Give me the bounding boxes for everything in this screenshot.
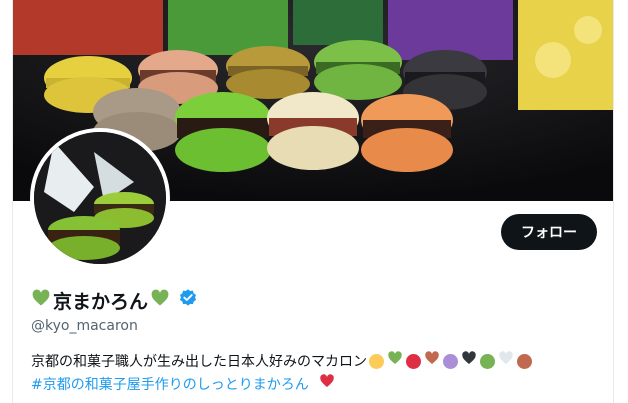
green-circle-icon	[480, 354, 495, 369]
profile-bio: 京都の和菓子職人が生み出した日本人好みのマカロン #京都の和菓子屋手作りのしっと…	[31, 350, 611, 396]
green-heart-icon	[387, 350, 403, 373]
bio-text: 京都の和菓子職人が生み出した日本人好みのマカロン	[31, 353, 367, 370]
red-heart-icon	[406, 354, 421, 369]
brown-circle-icon	[517, 354, 532, 369]
black-heart-icon	[461, 350, 477, 373]
profile-display-name: 京まかろん	[53, 291, 149, 313]
green-heart-icon	[31, 288, 51, 313]
profile-card: フォロー 京まかろん @kyo_macaron 京都の和菓子職人が生み出した日本…	[12, 0, 614, 403]
profile-display-name-row: 京まかろん	[31, 287, 198, 314]
brown-heart-icon	[424, 350, 440, 373]
profile-handle: @kyo_macaron	[31, 318, 138, 334]
bio-line-1: 京都の和菓子職人が生み出した日本人好みのマカロン	[31, 350, 611, 373]
red-heart-icon	[319, 373, 335, 396]
yellow-heart-icon	[369, 354, 384, 369]
follow-button-label: フォロー	[521, 225, 577, 241]
verified-badge-icon[interactable]	[178, 288, 198, 313]
purple-heart-icon	[443, 354, 458, 369]
follow-button[interactable]: フォロー	[501, 214, 597, 250]
bio-line-2: #京都の和菓子屋手作りのしっとりまかろん	[31, 373, 611, 396]
white-heart-icon	[498, 350, 514, 373]
profile-avatar[interactable]	[30, 128, 170, 268]
green-heart-icon	[150, 288, 170, 313]
bio-emoji-row	[369, 350, 532, 373]
bio-hashtag-link[interactable]: #京都の和菓子屋手作りのしっとりまかろん	[31, 374, 309, 396]
